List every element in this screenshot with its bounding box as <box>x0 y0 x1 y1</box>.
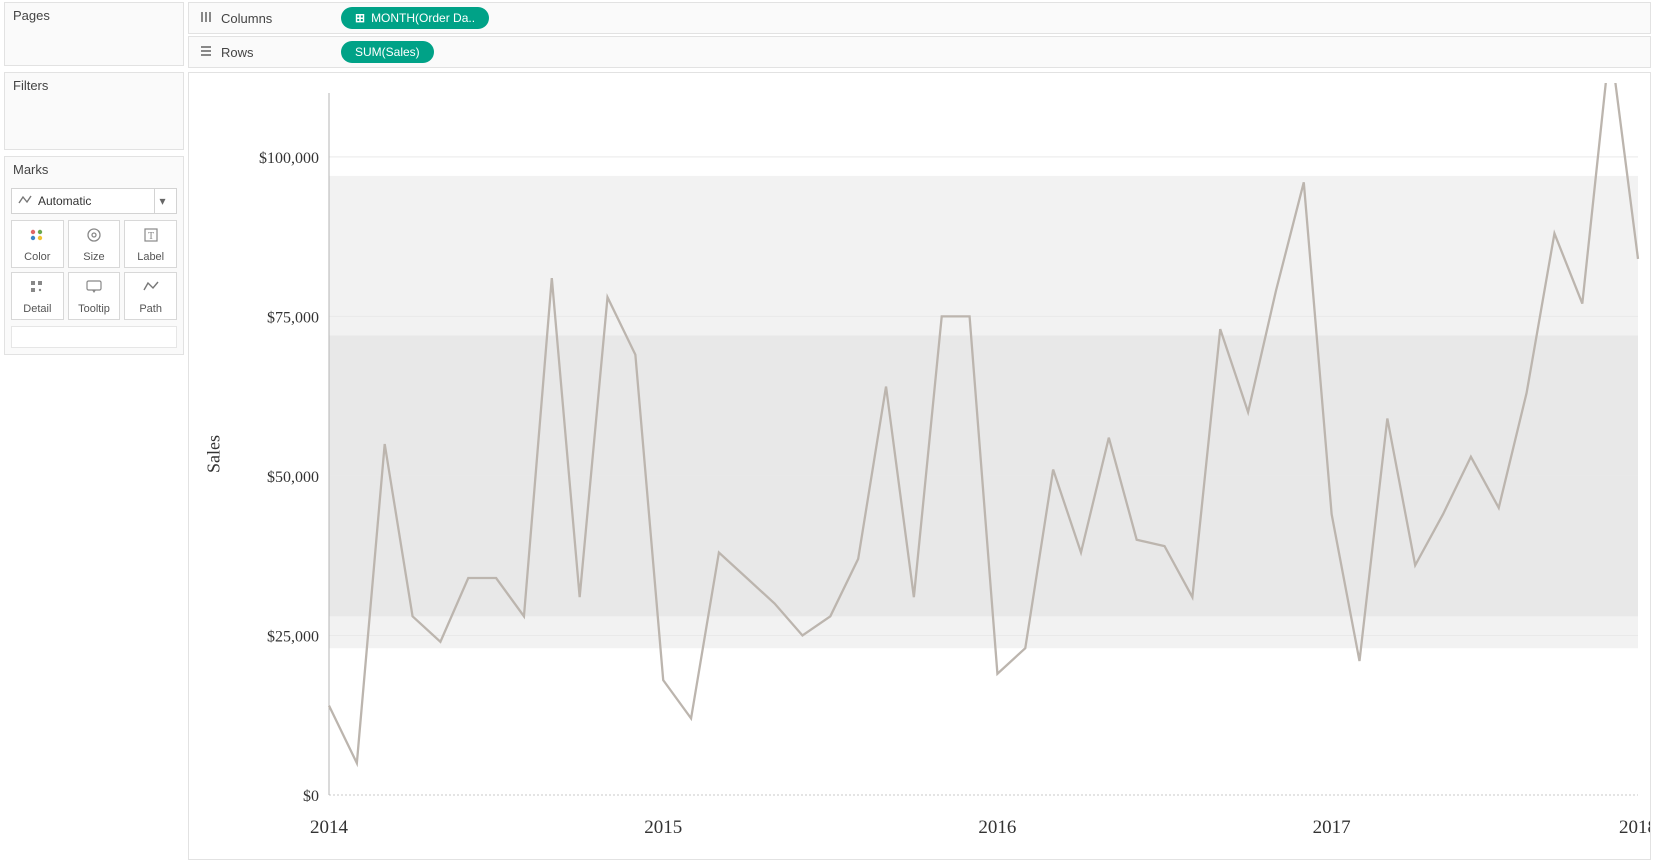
svg-text:2015: 2015 <box>644 817 682 838</box>
columns-pill-month-order-date[interactable]: ⊞ MONTH(Order Da.. <box>341 7 489 29</box>
columns-label: Columns <box>221 11 272 26</box>
y-axis-title: Sales <box>204 435 225 473</box>
svg-text:T: T <box>148 231 154 242</box>
mark-type-select[interactable]: Automatic ▾ <box>11 188 177 214</box>
line-icon <box>18 193 32 210</box>
marks-label-label: Label <box>137 251 164 263</box>
marks-card: Marks Automatic ▾ <box>4 156 184 355</box>
tooltip-icon <box>85 278 103 299</box>
rows-icon <box>199 44 213 61</box>
pages-shelf[interactable]: Pages <box>4 2 184 66</box>
marks-tooltip-label: Tooltip <box>78 303 110 315</box>
rows-pill-label: SUM(Sales) <box>355 45 420 59</box>
marks-size-button[interactable]: Size <box>68 220 121 268</box>
marks-detail-label: Detail <box>23 303 51 315</box>
svg-text:2017: 2017 <box>1313 817 1351 838</box>
marks-color-button[interactable]: Color <box>11 220 64 268</box>
marks-path-label: Path <box>139 303 162 315</box>
filters-shelf[interactable]: Filters <box>4 72 184 150</box>
columns-icon <box>199 10 213 27</box>
marks-size-label: Size <box>83 251 104 263</box>
marks-color-label: Color <box>24 251 50 263</box>
svg-text:2018: 2018 <box>1619 817 1650 838</box>
label-icon: T <box>142 226 160 247</box>
plus-icon: ⊞ <box>355 11 365 25</box>
svg-text:$0: $0 <box>303 788 319 805</box>
pages-title: Pages <box>5 3 183 28</box>
svg-text:$100,000: $100,000 <box>259 150 319 167</box>
marks-path-button[interactable]: Path <box>124 272 177 320</box>
columns-shelf[interactable]: Columns ⊞ MONTH(Order Da.. <box>188 2 1651 34</box>
rows-shelf[interactable]: Rows SUM(Sales) <box>188 36 1651 68</box>
marks-detail-button[interactable]: Detail <box>11 272 64 320</box>
svg-text:$25,000: $25,000 <box>267 628 319 645</box>
svg-text:2016: 2016 <box>978 817 1016 838</box>
svg-text:2014: 2014 <box>310 817 349 838</box>
rows-pill-sum-sales[interactable]: SUM(Sales) <box>341 41 434 63</box>
visualization-area[interactable]: Sales $0 $25,000 $50,000 $75,000 $100,000 201… <box>188 72 1651 860</box>
line-chart[interactable]: $0 $25,000 $50,000 $75,000 $100,000 2014 2015 2… <box>189 83 1650 855</box>
svg-text:$75,000: $75,000 <box>267 309 319 326</box>
color-icon <box>28 226 46 247</box>
svg-text:$50,000: $50,000 <box>267 469 319 486</box>
mark-type-label: Automatic <box>38 194 91 208</box>
filters-title: Filters <box>5 73 183 98</box>
columns-pill-label: MONTH(Order Da.. <box>371 11 475 25</box>
size-icon <box>85 226 103 247</box>
chevron-down-icon: ▾ <box>154 189 170 213</box>
marks-title: Marks <box>5 157 183 182</box>
rows-label: Rows <box>221 45 254 60</box>
marks-label-button[interactable]: T Label <box>124 220 177 268</box>
marks-tooltip-button[interactable]: Tooltip <box>68 272 121 320</box>
marks-drop-area[interactable] <box>11 326 177 348</box>
path-icon <box>142 278 160 299</box>
detail-icon <box>28 278 46 299</box>
